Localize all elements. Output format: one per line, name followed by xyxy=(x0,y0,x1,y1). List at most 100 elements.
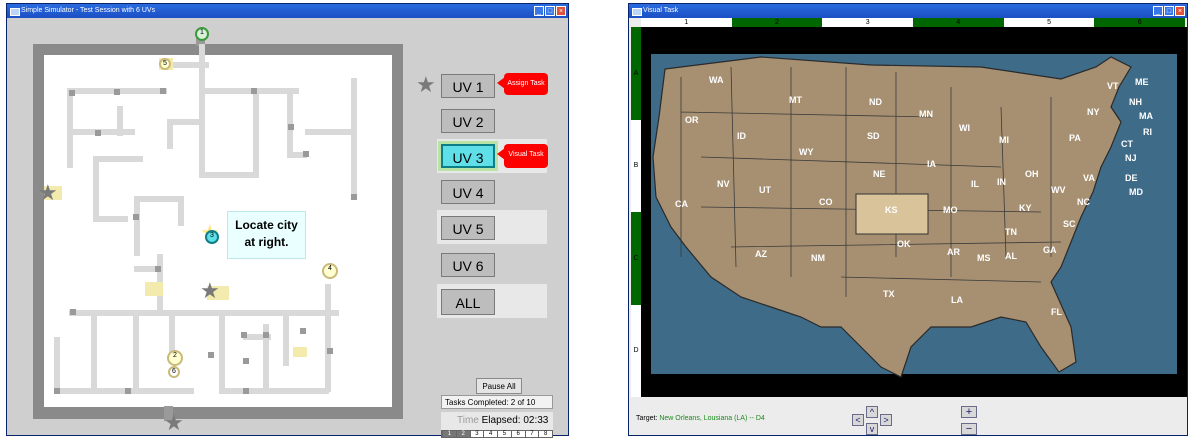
maximize-button[interactable]: □ xyxy=(545,6,555,16)
state-label: RI xyxy=(1143,127,1152,137)
timeline: 1 2 3 4 5 6 7 8 xyxy=(441,430,553,438)
callout-line-1: Locate city xyxy=(235,218,298,232)
vt-title: Visual Task xyxy=(643,7,679,14)
visual-task-tag[interactable]: Visual Task xyxy=(497,144,548,168)
pan-up-button[interactable]: ^ xyxy=(866,406,878,418)
state-label: VA xyxy=(1083,173,1095,183)
wall-post xyxy=(251,88,257,94)
timeline-tick: 7 xyxy=(524,431,539,437)
corridor xyxy=(167,119,173,149)
uv1-button[interactable]: UV 1 xyxy=(441,74,495,98)
corridor xyxy=(134,196,184,202)
state-label: PA xyxy=(1069,133,1081,143)
row-label: A xyxy=(631,27,641,120)
minimize-button[interactable]: _ xyxy=(1153,6,1163,16)
minimize-button[interactable]: _ xyxy=(534,6,544,16)
star-icon[interactable]: ★ xyxy=(416,74,436,96)
wall-post xyxy=(327,348,333,354)
uv4-button[interactable]: UV 4 xyxy=(441,180,495,204)
pan-right-button[interactable]: > xyxy=(880,414,892,426)
pause-all-button[interactable]: Pause All xyxy=(476,378,522,394)
state-label: ND xyxy=(869,97,882,107)
state-label: MI xyxy=(999,135,1009,145)
elapsed-time: Elapsed: 02:33 xyxy=(481,415,549,426)
task-callout: Locate city at right. xyxy=(227,211,306,259)
row-label: D xyxy=(631,304,641,397)
state-label: MT xyxy=(789,95,802,105)
column-label: 3 xyxy=(822,18,914,27)
uv-marker-4[interactable]: 4 xyxy=(322,263,338,279)
time-label: Time xyxy=(457,415,479,426)
row-label: C xyxy=(631,212,641,305)
corridor xyxy=(199,88,299,94)
assign-task-tag[interactable]: Assign Task xyxy=(497,73,548,95)
all-button[interactable]: ALL xyxy=(441,289,495,315)
uv6-button[interactable]: UV 6 xyxy=(441,253,495,277)
close-button[interactable]: × xyxy=(1175,6,1185,16)
star-icon[interactable]: ★ xyxy=(200,280,220,302)
uv-marker-3[interactable]: 3 xyxy=(205,230,219,244)
uv2-button[interactable]: UV 2 xyxy=(441,109,495,133)
corridor xyxy=(305,129,357,135)
timeline-tick: 1 xyxy=(442,431,456,437)
state-label: TN xyxy=(1005,227,1017,237)
simulator-window: Simple Simulator - Test Session with 6 U… xyxy=(6,3,569,438)
row-label: B xyxy=(631,119,641,212)
state-label: WY xyxy=(799,147,814,157)
state-label: MA xyxy=(1139,111,1153,121)
column-label: 4 xyxy=(913,18,1004,27)
corridor xyxy=(133,310,139,390)
corridor xyxy=(287,88,293,158)
state-label: NJ xyxy=(1125,153,1137,163)
pan-down-button[interactable]: v xyxy=(866,423,878,435)
pan-left-button[interactable]: < xyxy=(852,414,864,426)
corridor xyxy=(93,216,128,222)
state-label: IA xyxy=(927,159,936,169)
column-labels: 1 2 3 4 5 6 xyxy=(641,18,1186,27)
state-label: CT xyxy=(1121,139,1133,149)
uv-marker-1[interactable]: 1 xyxy=(195,27,209,41)
corridor xyxy=(283,310,289,366)
corridor xyxy=(93,156,99,222)
state-label: IL xyxy=(971,179,979,189)
maximize-button[interactable]: □ xyxy=(1164,6,1174,16)
vt-titlebar[interactable]: Visual Task _ □ × xyxy=(629,4,1187,18)
uv5-button[interactable]: UV 5 xyxy=(441,216,495,240)
state-label: NV xyxy=(717,179,730,189)
wall-post xyxy=(243,358,249,364)
map-view[interactable]: WA OR ID MT ND MN SD WY NE IA WI MI NV U… xyxy=(641,27,1187,397)
state-label: DE xyxy=(1125,173,1138,183)
state-label: KY xyxy=(1019,203,1032,213)
wall-post xyxy=(133,214,139,220)
target-value: New Orleans, Lousiana (LA) -- D4 xyxy=(659,415,765,422)
close-button[interactable]: × xyxy=(556,6,566,16)
uv-marker-2[interactable]: 2 xyxy=(167,350,183,366)
wall-post xyxy=(241,332,247,338)
zoom-out-button[interactable]: − xyxy=(961,423,977,435)
timeline-tick: 8 xyxy=(538,431,552,437)
wall-post xyxy=(243,388,249,394)
sim-titlebar[interactable]: Simple Simulator - Test Session with 6 U… xyxy=(7,4,568,18)
state-label: SC xyxy=(1063,219,1076,229)
state-label: MN xyxy=(919,109,933,119)
star-icon[interactable]: ★ xyxy=(38,182,58,204)
wall-post xyxy=(208,352,214,358)
target-line: Target: New Orleans, Lousiana (LA) -- D4 xyxy=(636,415,765,422)
star-icon[interactable]: ★ xyxy=(164,412,184,434)
state-label: ID xyxy=(737,131,746,141)
wall-post xyxy=(160,88,166,94)
time-row: Time Elapsed: 02:33 xyxy=(441,412,553,430)
state-label: MD xyxy=(1129,187,1143,197)
wall-post xyxy=(125,388,131,394)
zoom-in-button[interactable]: + xyxy=(961,406,977,418)
uv-marker-6[interactable]: 6 xyxy=(168,366,180,378)
state-label: AL xyxy=(1005,251,1017,261)
wall-post xyxy=(155,266,161,272)
state-label: NM xyxy=(811,253,825,263)
uv3-button[interactable]: UV 3 xyxy=(441,144,495,168)
uv-marker-5[interactable]: 5 xyxy=(159,58,171,70)
app-icon xyxy=(10,8,20,16)
state-label: FL xyxy=(1051,307,1062,317)
state-label: MO xyxy=(943,205,958,215)
column-label: 2 xyxy=(731,18,823,27)
